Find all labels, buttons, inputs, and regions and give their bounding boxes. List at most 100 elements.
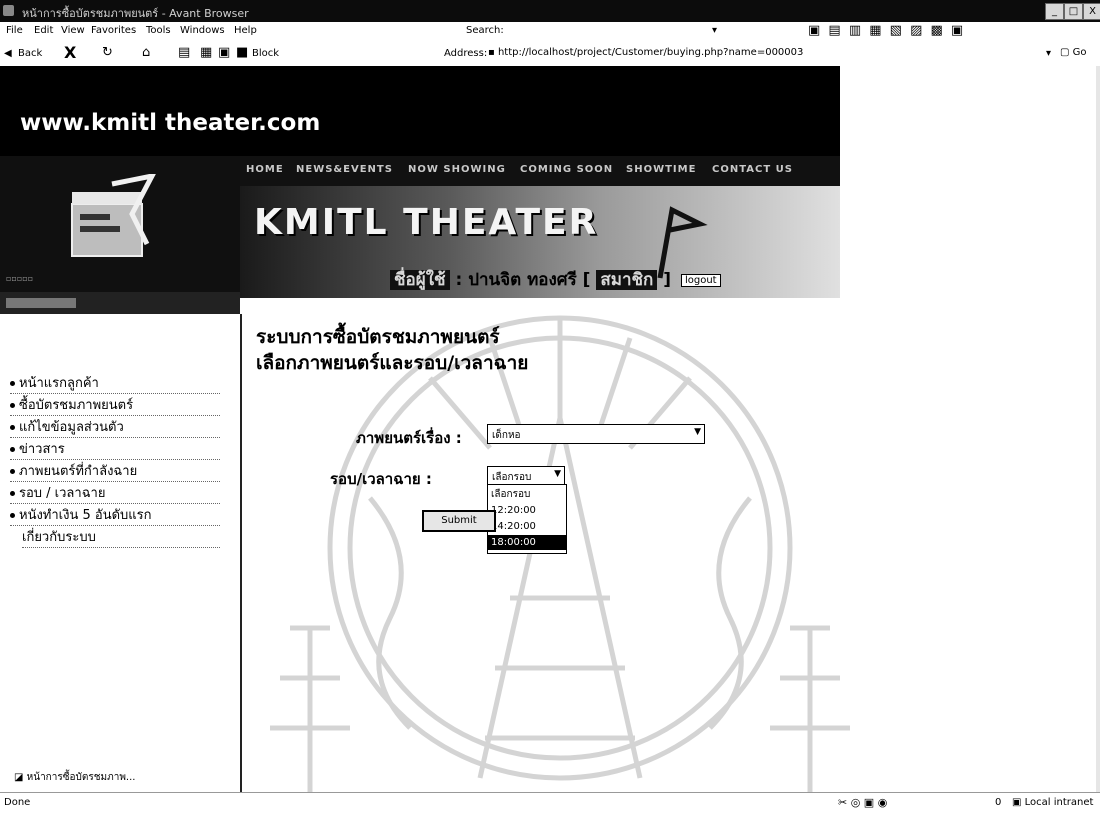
showtime-option[interactable]: 14:20:00 bbox=[488, 519, 566, 534]
minimize-button[interactable]: _ bbox=[1045, 3, 1064, 20]
theater-banner: KMITL THEATER ชื่อผู้ใช้ : ปานจิต ทองศรี… bbox=[240, 186, 840, 298]
page-icon: ▪ bbox=[488, 47, 498, 58]
status-text: Done bbox=[4, 797, 31, 808]
bullet-icon bbox=[10, 491, 15, 496]
menu-view[interactable]: View bbox=[61, 25, 85, 36]
maximize-button[interactable]: □ bbox=[1064, 3, 1083, 20]
sidebar-item-top-five[interactable]: หนังทำเงิน 5 อันดับแรก bbox=[10, 504, 220, 526]
showtime-dropdown-list: เลือกรอบ 12:20:00 14:20:00 18:00:00 bbox=[487, 484, 567, 554]
showtime-select[interactable]: เลือกรอบ ▼ bbox=[487, 466, 565, 486]
status-badge: สมาชิก bbox=[596, 270, 658, 290]
address-dropdown-icon[interactable]: ▾ bbox=[1046, 48, 1051, 59]
page-subtitle: เลือกภาพยนตร์และรอบ/เวลาฉาย bbox=[256, 352, 529, 374]
nav-now-showing[interactable]: NOW SHOWING bbox=[408, 164, 506, 175]
nav-contact-us[interactable]: CONTACT US bbox=[712, 164, 793, 175]
sidebar-item-label: แก้ไขข้อมูลส่วนตัว bbox=[19, 420, 124, 435]
sidebar-item-edit-profile[interactable]: แก้ไขข้อมูลส่วนตัว bbox=[10, 416, 220, 438]
bullet-icon bbox=[10, 447, 15, 452]
close-button[interactable]: X bbox=[1083, 3, 1100, 20]
status-count: 0 bbox=[995, 797, 1002, 808]
page-icon: ◪ bbox=[14, 772, 27, 783]
logout-button[interactable]: logout bbox=[680, 273, 721, 287]
bullet-icon bbox=[10, 513, 15, 518]
logo-panel: ▫▫▫▫▫ bbox=[0, 156, 240, 292]
nav-home[interactable]: HOME bbox=[246, 164, 284, 175]
page-viewport[interactable]: www.kmitl theater.com ▫▫▫▫▫ HOME NEWS&EV… bbox=[0, 66, 1096, 792]
submit-button[interactable]: Submit bbox=[422, 510, 496, 532]
clapperboard-icon bbox=[71, 174, 156, 257]
block-icon[interactable]: ■ bbox=[236, 45, 248, 60]
address-label: Address: bbox=[444, 48, 488, 59]
sidebar-header-bar bbox=[6, 298, 76, 308]
stop-button[interactable]: X bbox=[64, 43, 76, 62]
sidebar-item-label: ข่าวสาร bbox=[19, 442, 65, 457]
zone-label: Local intranet bbox=[1024, 797, 1094, 808]
sidebar-header bbox=[0, 292, 240, 314]
colon-separator: : bbox=[455, 270, 469, 290]
menu-file[interactable]: File bbox=[6, 25, 23, 36]
tab-current-page[interactable]: ◪ หน้าการซื้อบัตรชมภาพ... bbox=[14, 770, 194, 786]
status-tray-icons: ✂ ◎ ▣ ◉ bbox=[838, 796, 888, 809]
bracket-open: [ bbox=[582, 270, 597, 290]
block-button[interactable]: Block bbox=[252, 48, 279, 59]
window-title-bar: หน้าการซื้อบัตรชมภาพยนตร์ - Avant Browse… bbox=[0, 0, 1100, 22]
chevron-down-icon: ▼ bbox=[694, 427, 701, 437]
showtime-option[interactable]: 12:20:00 bbox=[488, 503, 566, 518]
sidebar-item-news[interactable]: ข่าวสาร bbox=[10, 438, 220, 460]
go-icon: ▢ bbox=[1060, 47, 1073, 58]
go-label: Go bbox=[1072, 47, 1087, 58]
showtime-option[interactable]: เลือกรอบ bbox=[488, 487, 566, 502]
movie-selected-value: เด็กหอ bbox=[492, 430, 521, 441]
refresh-icon[interactable]: ↻ bbox=[102, 45, 113, 60]
sidebar-item-label: หน้าแรกลูกค้า bbox=[19, 376, 99, 391]
nav-showtime[interactable]: SHOWTIME bbox=[626, 164, 696, 175]
sidebar-divider bbox=[240, 314, 242, 792]
user-greeting: ชื่อผู้ใช้ : ปานจิต ทองศรี [ สมาชิก ] lo… bbox=[390, 266, 721, 293]
showtime-option[interactable]: 18:00:00 bbox=[488, 535, 566, 550]
menu-help[interactable]: Help bbox=[234, 25, 257, 36]
movie-select[interactable]: เด็กหอ ▼ bbox=[487, 424, 705, 444]
back-button[interactable]: Back bbox=[18, 48, 42, 59]
menu-edit[interactable]: Edit bbox=[34, 25, 53, 36]
bullet-icon bbox=[10, 403, 15, 408]
sidebar-item-customer-home[interactable]: หน้าแรกลูกค้า bbox=[10, 372, 220, 394]
address-input[interactable]: ▪ http://localhost/project/Customer/buyi… bbox=[488, 45, 968, 61]
sidebar-item-showtimes[interactable]: รอบ / เวลาฉาย bbox=[10, 482, 220, 504]
browser-app-icon bbox=[3, 5, 14, 16]
menu-favorites[interactable]: Favorites bbox=[91, 25, 136, 36]
address-url: http://localhost/project/Customer/buying… bbox=[497, 47, 804, 58]
menu-tools[interactable]: Tools bbox=[146, 25, 171, 36]
sidebar-item-now-showing[interactable]: ภาพยนตร์ที่กำลังฉาย bbox=[10, 460, 220, 482]
sidebar-item-about[interactable]: เกี่ยวกับระบบ bbox=[22, 526, 220, 548]
go-button[interactable]: ▢ Go bbox=[1060, 47, 1087, 58]
security-zone: ▣ Local intranet bbox=[1012, 797, 1093, 808]
sidebar-item-label: ซื้อบัตรชมภาพยนตร์ bbox=[19, 398, 134, 413]
showtime-selected-value: เลือกรอบ bbox=[492, 472, 532, 483]
sidebar-item-buy-tickets[interactable]: ซื้อบัตรชมภาพยนตร์ bbox=[10, 394, 220, 416]
site-title: www.kmitl theater.com bbox=[20, 110, 321, 136]
sidebar-item-label: หนังทำเงิน 5 อันดับแรก bbox=[19, 508, 152, 523]
search-dropdown-icon[interactable]: ▾ bbox=[712, 25, 717, 36]
showtime-label: รอบ/เวลาฉาย : bbox=[330, 470, 432, 488]
user-name: ปานจิต ทองศรี bbox=[468, 270, 577, 290]
edit-icon[interactable]: ▦ bbox=[200, 45, 212, 60]
sidebar-item-label: เกี่ยวกับระบบ bbox=[22, 530, 96, 545]
sidebar-item-label: รอบ / เวลาฉาย bbox=[19, 486, 106, 501]
site-header: www.kmitl theater.com bbox=[0, 66, 840, 156]
home-icon[interactable]: ⌂ bbox=[142, 45, 150, 60]
nav-news-events[interactable]: NEWS&EVENTS bbox=[296, 164, 393, 175]
tab-label: หน้าการซื้อบัตรชมภาพ... bbox=[26, 772, 136, 783]
vertical-scrollbar[interactable] bbox=[1096, 66, 1100, 792]
status-bar: Done ✂ ◎ ▣ ◉ 0 ▣ Local intranet bbox=[0, 792, 1100, 813]
menu-windows[interactable]: Windows bbox=[180, 25, 225, 36]
zone-icon: ▣ bbox=[1012, 797, 1025, 808]
back-icon[interactable]: ◀ bbox=[4, 48, 12, 59]
logo-caption-glyphs: ▫▫▫▫▫ bbox=[6, 274, 34, 283]
bullet-icon bbox=[10, 469, 15, 474]
print-icon[interactable]: ▤ bbox=[178, 45, 190, 60]
nav-coming-soon[interactable]: COMING SOON bbox=[520, 164, 613, 175]
history-icon[interactable]: ▣ bbox=[218, 45, 230, 60]
window-layout-icons[interactable]: ▣ ▤ ▥ ▦ ▧ ▨ ▩ ▣ bbox=[808, 23, 965, 38]
bullet-icon bbox=[10, 381, 15, 386]
site-nav: HOME NEWS&EVENTS NOW SHOWING COMING SOON… bbox=[240, 156, 840, 186]
